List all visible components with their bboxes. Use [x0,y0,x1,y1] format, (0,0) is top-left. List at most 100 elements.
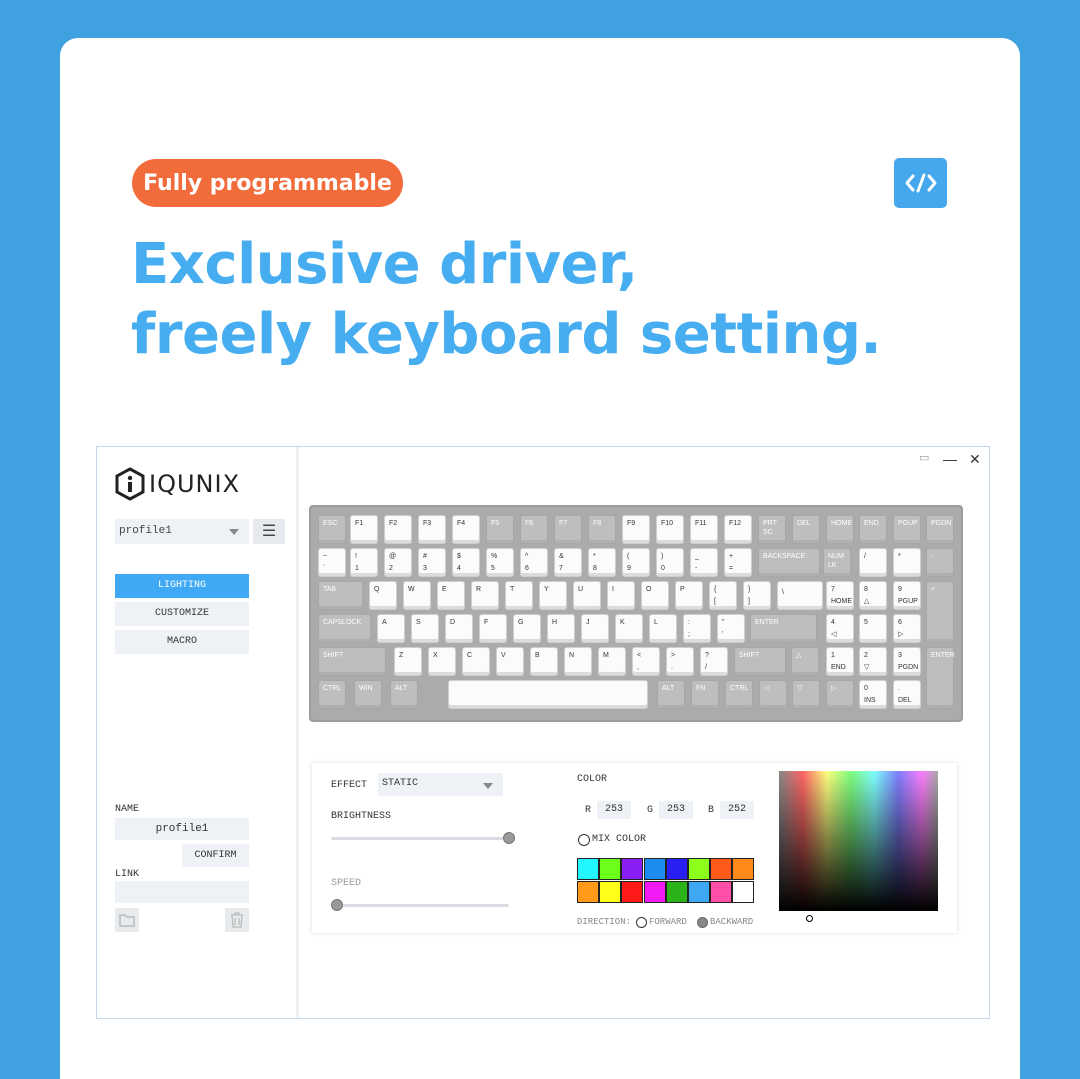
mix-color-radio[interactable] [578,834,590,846]
key[interactable]: 1 END [826,647,854,676]
key[interactable]: R [471,581,499,610]
key[interactable]: SHIFT [318,647,386,676]
key[interactable]: F10 [656,515,684,544]
key[interactable]: L [649,614,677,643]
key[interactable]: H [547,614,575,643]
color-swatch[interactable] [621,881,644,903]
key[interactable]: END [859,515,887,544]
key[interactable]: I [607,581,635,610]
nav-macro[interactable]: MACRO [115,630,249,654]
key[interactable]: ? / [700,647,728,676]
key[interactable]: V [496,647,524,676]
color-swatch[interactable] [688,881,710,903]
key[interactable]: F8 [588,515,616,544]
key[interactable] [448,680,648,709]
key[interactable]: ESC [318,515,346,544]
color-swatch[interactable] [643,858,666,880]
key[interactable]: FN [691,680,719,709]
key[interactable]: & 7 [554,548,582,577]
key[interactable]: TAB [318,581,363,610]
key[interactable]: 8 △ [859,581,887,610]
key[interactable]: #3 [418,548,446,577]
key[interactable]: 7 HOME [826,581,854,610]
backward-radio[interactable] [697,917,708,928]
key[interactable]: ENTER [750,614,817,643]
brightness-slider-handle[interactable] [503,832,515,844]
key[interactable]: U [573,581,601,610]
key[interactable]: @2 [384,548,412,577]
nav-lighting[interactable]: LIGHTING [115,574,249,598]
key[interactable]: F11 [690,515,718,544]
brightness-slider[interactable] [331,837,509,840]
red-value-input[interactable]: 253 [597,801,631,819]
key[interactable]: + [926,581,954,643]
key[interactable]: :; [683,614,711,643]
key[interactable]: HOME [826,515,854,544]
color-swatch[interactable] [577,881,599,903]
color-swatch[interactable] [732,881,755,903]
key[interactable]: (9 [622,548,650,577]
forward-radio[interactable] [636,917,647,928]
key[interactable]: G [513,614,541,643]
key[interactable]: PRT SC [758,515,786,544]
color-swatch[interactable] [577,858,599,880]
key[interactable]: SHIFT [734,647,786,676]
key[interactable]: * 8 [588,548,616,577]
key[interactable]: % 5 [486,548,514,577]
color-swatch[interactable] [688,858,710,880]
key[interactable]: ALT [390,680,418,709]
key[interactable]: NUM LK [823,548,851,577]
key[interactable]: F1 [350,515,378,544]
key[interactable]: }] [743,581,771,610]
key[interactable]: 6 ▷ [893,614,921,643]
key[interactable]: ) 0 [656,548,684,577]
key[interactable]: F2 [384,515,412,544]
key[interactable]: F5 [486,515,514,544]
key[interactable]: A [377,614,405,643]
key[interactable]: " ' [717,614,745,643]
key[interactable]: E [437,581,465,610]
key[interactable]: CTRL [725,680,753,709]
key[interactable]: Z [394,647,422,676]
color-swatch[interactable] [665,858,688,880]
key[interactable]: X [428,647,456,676]
key[interactable]: W [403,581,431,610]
key[interactable]: D [445,614,473,643]
nav-customize[interactable]: CUSTOMIZE [115,602,249,626]
restore-window-button[interactable]: ▭ [919,451,929,464]
key[interactable]: 9 PGUP [893,581,921,610]
color-swatch[interactable] [599,858,622,880]
blue-value-input[interactable]: 252 [720,801,754,819]
color-picker-cursor[interactable] [806,915,813,922]
color-swatch[interactable] [599,881,622,903]
profile-select[interactable]: profile1 [115,519,249,544]
key[interactable]: ◁ [759,680,787,709]
key[interactable]: PGDN [926,515,954,544]
key[interactable]: ALT [657,680,685,709]
key[interactable]: CAPSLOCK [318,614,371,643]
key[interactable]: / [859,548,887,577]
key[interactable]: M [598,647,626,676]
key[interactable]: Q [369,581,397,610]
key[interactable]: C [462,647,490,676]
key[interactable]: S [411,614,439,643]
key[interactable]: ! 1 [350,548,378,577]
key[interactable]: F7 [554,515,582,544]
key[interactable]: F3 [418,515,446,544]
trash-icon[interactable] [225,908,249,932]
speed-slider-handle[interactable] [331,899,343,911]
color-swatch[interactable] [621,858,644,880]
key[interactable]: ^ 6 [520,548,548,577]
key[interactable]: {[ [709,581,737,610]
speed-slider[interactable] [331,904,509,907]
color-swatch[interactable] [643,881,666,903]
green-value-input[interactable]: 253 [659,801,693,819]
key[interactable]: Y [539,581,567,610]
key[interactable]: P [675,581,703,610]
profile-name-field[interactable]: profile1 [115,818,249,840]
key[interactable]: CTRL [318,680,346,709]
close-button[interactable]: ✕ [969,451,981,468]
key[interactable]: 4 ◁ [826,614,854,643]
key[interactable]: F12 [724,515,752,544]
confirm-button[interactable]: CONFIRM [182,844,249,867]
